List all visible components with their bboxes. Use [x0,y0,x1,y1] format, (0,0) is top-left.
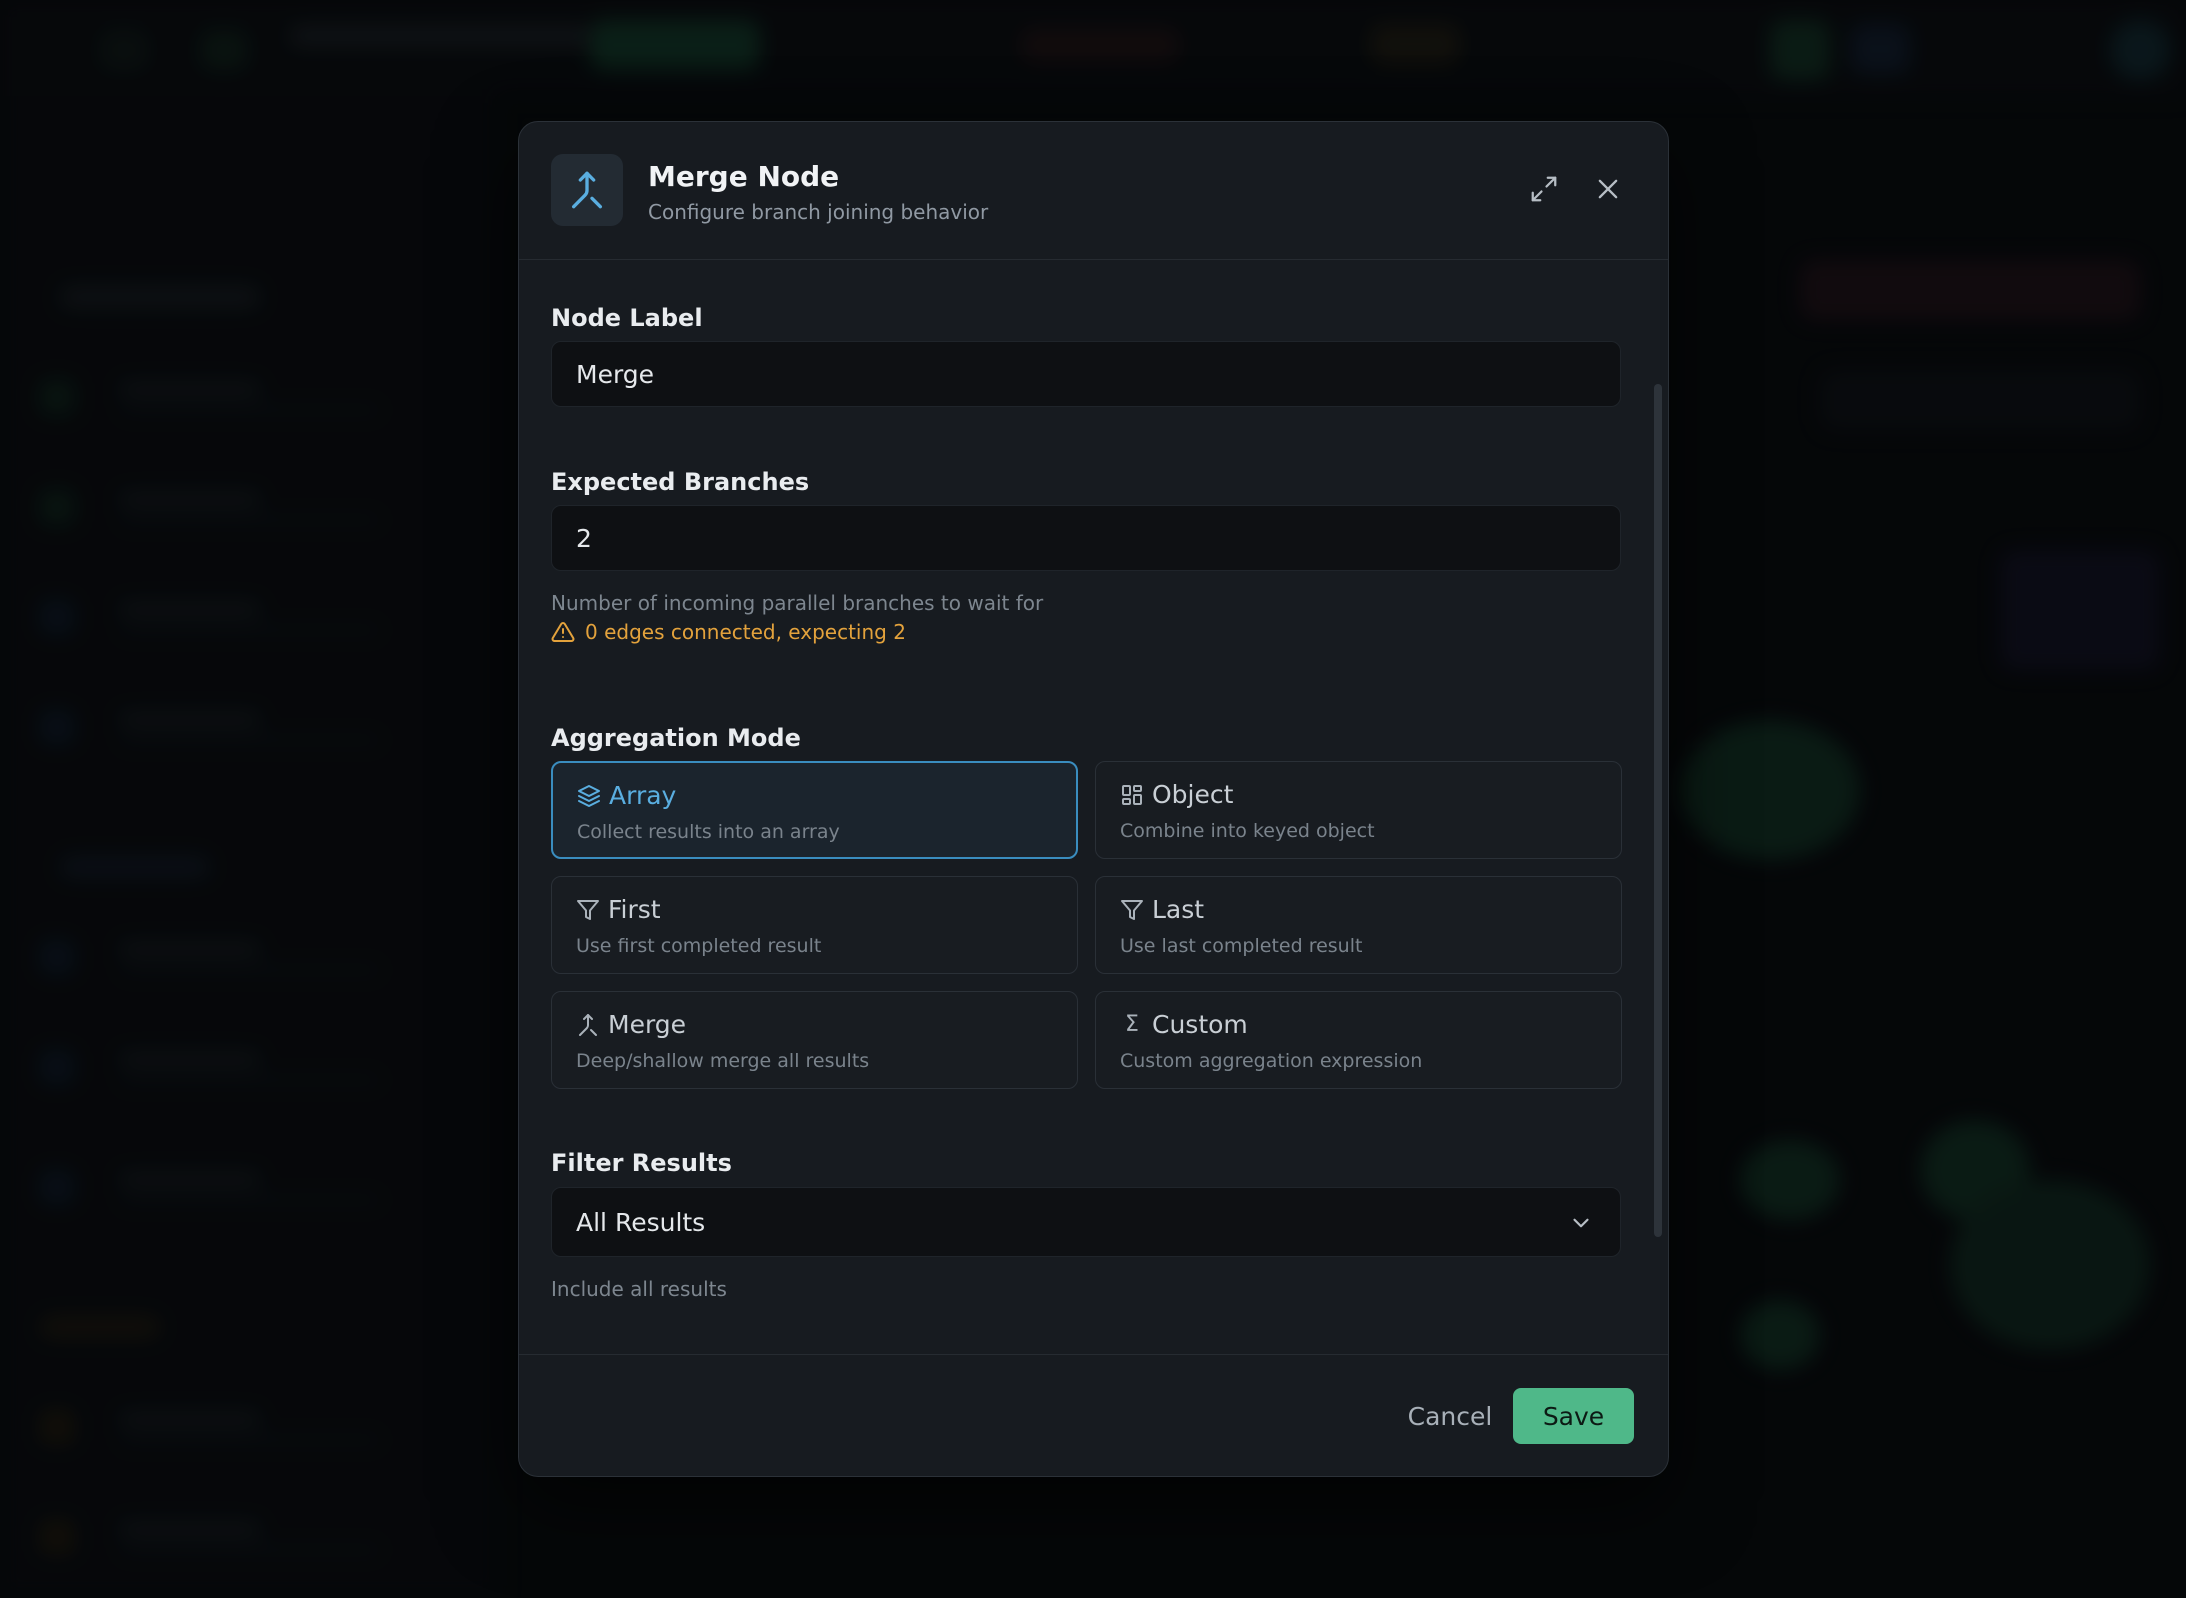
merge-node-dialog: Merge Node Configure branch joining beha… [518,121,1669,1477]
option-title: Last [1152,895,1205,924]
aggregation-option-array[interactable]: Array Collect results into an array [551,761,1078,859]
grid-icon [1120,783,1144,807]
filter-icon [576,898,600,922]
aggregation-option-custom[interactable]: Σ Custom Custom aggregation expression [1095,991,1622,1089]
expand-button[interactable] [1521,166,1567,212]
warning-icon [551,621,575,642]
close-icon [1598,179,1618,199]
expected-branches-input[interactable] [551,505,1621,571]
edges-warning-text: 0 edges connected, expecting 2 [585,620,906,644]
aggregation-option-last[interactable]: Last Use last completed result [1095,876,1622,974]
filter-results-hint: Include all results [551,1277,727,1301]
filter-results-value: All Results [576,1208,706,1237]
filter-results-label: Filter Results [551,1149,732,1177]
option-description: Use first completed result [576,935,822,957]
dialog-header: Merge Node Configure branch joining beha… [519,122,1668,260]
cancel-button[interactable]: Cancel [1385,1390,1515,1442]
option-title: Merge [608,1010,687,1039]
aggregation-mode-label: Aggregation Mode [551,724,801,752]
option-title: Object [1152,780,1234,809]
merge-icon [576,1013,600,1037]
layers-icon [577,784,601,808]
node-label-input[interactable] [551,341,1621,407]
aggregation-option-first[interactable]: First Use first completed result [551,876,1078,974]
chevron-down-icon [1573,1218,1589,1228]
node-label-label: Node Label [551,304,703,332]
option-description: Deep/shallow merge all results [576,1050,870,1072]
filter-results-select[interactable]: All Results [551,1187,1621,1257]
dialog-scrollbar[interactable] [1654,384,1662,1237]
sigma-icon: Σ [1125,1011,1139,1037]
merge-icon [551,154,623,226]
save-button[interactable]: Save [1513,1388,1634,1444]
option-description: Use last completed result [1120,935,1363,957]
dialog-subtitle: Configure branch joining behavior [648,200,989,224]
aggregation-option-merge[interactable]: Merge Deep/shallow merge all results [551,991,1078,1089]
aggregation-option-object[interactable]: Object Combine into keyed object [1095,761,1622,859]
option-description: Custom aggregation expression [1120,1050,1423,1072]
expected-branches-label: Expected Branches [551,468,810,496]
expected-branches-hint: Number of incoming parallel branches to … [551,591,1044,615]
filter-icon [1120,898,1144,922]
option-description: Collect results into an array [577,821,840,843]
close-button[interactable] [1585,166,1631,212]
expand-icon [1531,176,1557,202]
option-description: Combine into keyed object [1120,820,1375,842]
option-title: First [608,895,661,924]
edges-warning: 0 edges connected, expecting 2 [551,619,906,645]
option-title: Array [609,781,677,810]
dialog-title: Merge Node [648,160,840,193]
option-title: Custom [1152,1010,1248,1039]
